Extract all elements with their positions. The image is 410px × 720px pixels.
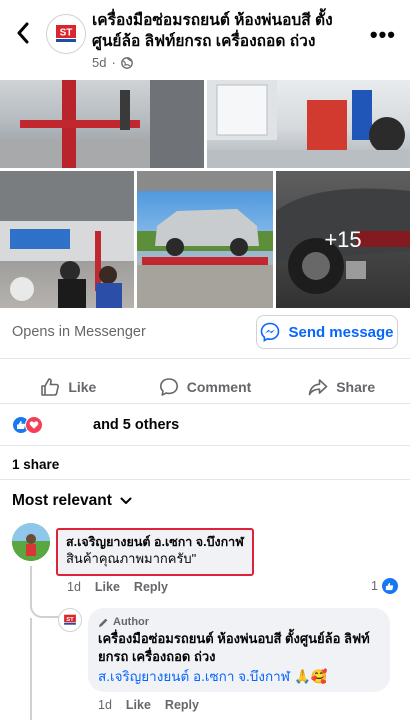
comment-sort-dropdown[interactable]: Most relevant [12,492,132,510]
pencil-icon [99,618,108,627]
back-button[interactable] [10,18,36,48]
reply-time[interactable]: 1d [98,698,112,712]
divider [0,479,410,480]
reaction-summary[interactable]: and 5 others [93,417,179,433]
comment-icon [159,378,178,396]
photo-3[interactable] [0,171,134,308]
photo-1[interactable] [0,80,204,168]
share-count[interactable]: 1 share [12,457,59,472]
send-message-label: Send message [288,323,394,341]
svg-text:ST: ST [60,28,73,39]
svg-text:ST: ST [66,617,74,623]
page-avatar[interactable]: ST [46,14,86,54]
chevron-down-icon [120,497,132,504]
globe-icon [120,56,133,69]
photo-1-image [0,80,204,168]
comment-like-count-value: 1 [371,579,378,593]
love-reaction-icon [25,416,43,434]
comment-time[interactable]: 1d [67,580,81,594]
photo-4-image [137,171,273,308]
reply-author[interactable]: เครื่องมือซ่อมรถยนต์ ห้องพ่นอบสี ตั้งศูน… [98,630,380,666]
comment-author[interactable]: ส.เจริญยางยนต์ อ.เซกา จ.บึงกาฬ [66,534,244,550]
like-reaction-icon [381,578,398,594]
photo-grid: +15 [0,80,410,308]
page-logo-icon: ST [64,614,76,625]
photo-4[interactable] [137,171,273,308]
sort-label: Most relevant [12,492,112,509]
post-time[interactable]: 5d [92,55,106,70]
photo-2-image [207,80,410,168]
reply-like-button[interactable]: Like [126,698,151,712]
reply-thread-line [30,566,62,618]
page-title[interactable]: เครื่องมือซ่อมรถยนต์ ห้องพ่นอบสี ตั้งศูน… [92,10,360,52]
reply-author-avatar[interactable]: ST [58,608,82,632]
photo-3-image [0,171,134,308]
send-message-button[interactable]: Send message [256,315,398,349]
comment-bubble[interactable]: ส.เจริญยางยนต์ อ.เซกา จ.บึงกาฬ สินค้าคุณ… [56,528,254,576]
post-header: ST เครื่องมือซ่อมรถยนต์ ห้องพ่นอบสี ตั้ง… [0,0,410,80]
author-badge: Author [98,616,380,628]
reply-actions: 1d Like Reply [98,698,199,712]
post-meta: 5d · [92,55,133,70]
reply-bubble[interactable]: Author เครื่องมือซ่อมรถยนต์ ห้องพ่นอบสี … [88,608,390,692]
divider [0,445,410,446]
divider [0,403,410,404]
chevron-left-icon [17,22,29,44]
reply-mention[interactable]: ส.เจริญยางยนต์ อ.เซกา จ.บึงกาฬ [98,667,290,687]
comment-reply-button[interactable]: Reply [134,580,168,594]
reaction-icons[interactable] [12,415,43,435]
action-bar: Like Comment Share [0,372,410,402]
comment-button[interactable]: Comment [137,372,274,402]
like-button[interactable]: Like [0,372,137,402]
like-label: Like [68,379,97,395]
reply-text: ส.เจริญยางยนต์ อ.เซกา จ.บึงกาฬ 🙏🥰 [98,667,380,687]
page-logo-icon: ST [50,18,82,50]
comment-text: สินค้าคุณภาพมากครับ" [66,551,197,566]
messenger-row: Opens in Messenger Send message [0,312,410,354]
comment-actions: 1d Like Reply [67,580,168,594]
commenter-avatar[interactable] [12,523,50,561]
share-label: Share [336,379,376,395]
reply-reply-button[interactable]: Reply [165,698,199,712]
comment-like-button[interactable]: Like [95,580,120,594]
more-photos-overlay[interactable]: +15 [276,171,410,308]
divider [0,358,410,359]
author-badge-label: Author [113,616,150,628]
reply-thread-line [30,618,32,720]
reply-emoji: 🙏🥰 [293,669,328,684]
commenter-photo [12,523,50,561]
share-icon [308,379,328,396]
comment-label: Comment [186,379,252,395]
opens-in-messenger-label: Opens in Messenger [12,324,146,340]
messenger-icon [261,322,280,342]
share-button[interactable]: Share [273,372,410,402]
photo-2[interactable] [207,80,410,168]
thumbs-up-icon [41,378,60,396]
more-options-icon[interactable]: ••• [370,22,396,48]
comment-like-count[interactable]: 1 [371,578,398,594]
